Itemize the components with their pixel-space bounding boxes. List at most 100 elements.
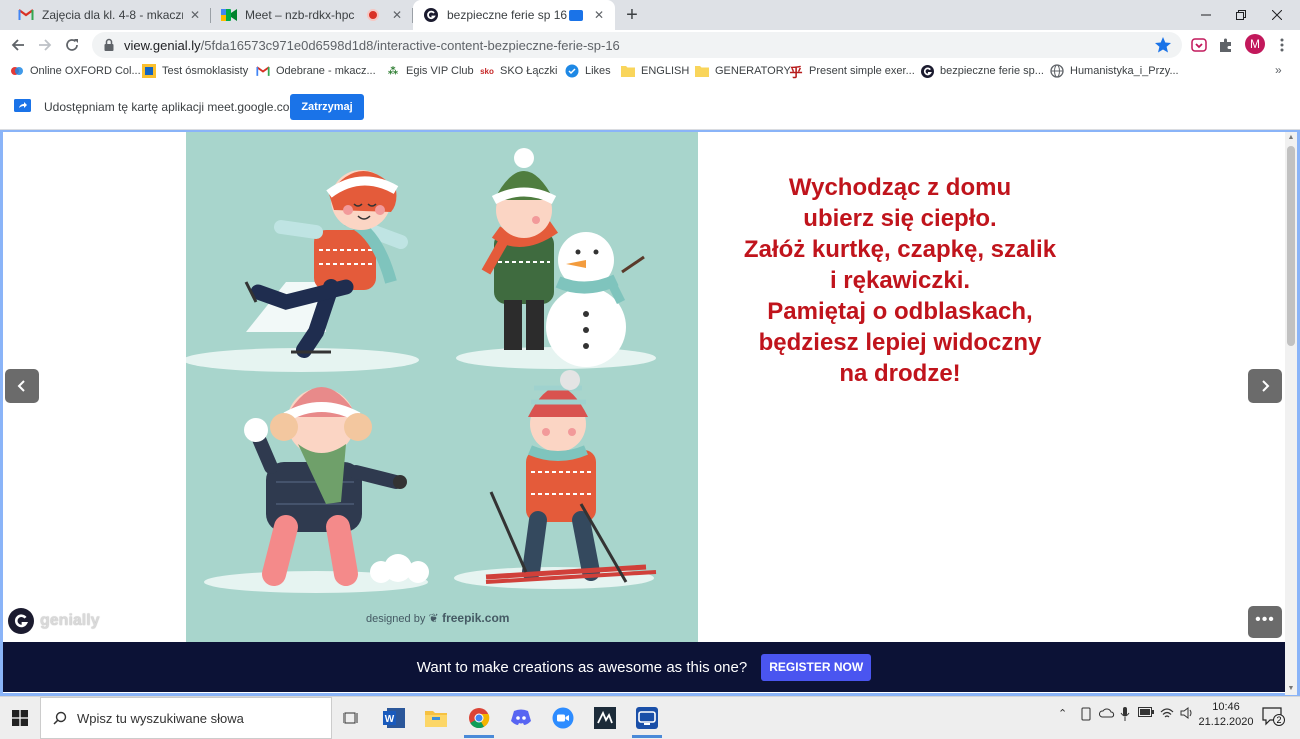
extensions-button[interactable] (1216, 35, 1236, 55)
discord-app-button[interactable] (504, 702, 538, 734)
bookmarks-overflow-button[interactable]: » (1275, 63, 1282, 77)
likes-icon (565, 64, 579, 78)
bookmark-generatory[interactable]: GENERATORY (695, 62, 791, 80)
close-icon[interactable]: ✕ (591, 7, 607, 23)
credit-prefix: designed by (366, 613, 426, 625)
bookmark-egis[interactable]: ⁂ Egis VIP Club (386, 62, 474, 80)
volume-icon[interactable] (1180, 707, 1194, 722)
word-app-button[interactable]: W (377, 702, 411, 734)
close-icon[interactable]: ✕ (389, 7, 405, 23)
onedrive-icon[interactable] (1098, 707, 1115, 722)
tab-title: Zajęcia dla kl. 4-8 - mkaczmarczyk (42, 8, 183, 22)
bookmark-sko[interactable]: sko SKO Łączki (480, 62, 557, 80)
word-icon: W (383, 708, 405, 728)
bookmark-oxford[interactable]: Online OXFORD Col... (10, 62, 141, 80)
genially-wordmark: genially (40, 612, 100, 629)
svg-text:W: W (385, 714, 395, 725)
chevron-left-icon (17, 380, 25, 392)
bookmark-label: SKO Łączki (500, 65, 558, 77)
stop-sharing-button[interactable]: Zatrzymaj (290, 94, 364, 120)
new-tab-button[interactable]: + (621, 4, 643, 26)
wifi-icon[interactable] (1160, 707, 1174, 722)
register-now-button[interactable]: REGISTER NOW (761, 653, 872, 681)
pocket-icon (1191, 38, 1207, 52)
notification-center-button[interactable]: 2 (1262, 706, 1285, 728)
more-options-button[interactable]: ••• (1248, 606, 1282, 638)
tab-genially[interactable]: bezpieczne ferie sp 16 by Ma ✕ (413, 0, 615, 30)
url-path: /5fda16573c971e0d6598d1d8/interactive-co… (200, 37, 620, 53)
bookmark-likes[interactable]: Likes (565, 62, 611, 80)
bookmark-label: Odebrane - mkacz... (276, 65, 376, 77)
illustration-art (186, 148, 657, 593)
reload-icon (66, 39, 78, 51)
cast-icon (569, 9, 583, 21)
tab-title: bezpieczne ferie sp 16 by Ma (447, 8, 569, 22)
previous-slide-button[interactable] (5, 369, 39, 403)
bookmark-genially[interactable]: bezpieczne ferie sp... (920, 62, 1044, 80)
safety-message: Wychodząc z domu ubierz się ciepło. Załó… (715, 172, 1085, 389)
kebab-menu-icon (1280, 38, 1284, 52)
page-scrollbar[interactable]: ▲ ▼ (1285, 132, 1297, 695)
arrow-right-icon (39, 39, 52, 51)
notification-count: 2 (1273, 714, 1285, 726)
battery-icon[interactable] (1138, 707, 1154, 720)
file-explorer-button[interactable] (419, 702, 453, 734)
maximize-icon (1236, 10, 1246, 20)
microphone-icon[interactable] (1120, 707, 1130, 724)
freepik-icon: ❦ (428, 611, 439, 625)
profile-avatar[interactable]: M (1245, 34, 1265, 54)
edytor-app-button[interactable] (588, 702, 622, 734)
system-clock[interactable]: 10:46 21.12.2020 (1198, 700, 1254, 730)
tab-meet[interactable]: Meet – nzb-rdkx-hpc ✕ (211, 0, 413, 30)
next-slide-button[interactable] (1248, 369, 1282, 403)
meet-app-button[interactable] (630, 702, 664, 738)
back-button[interactable] (6, 33, 30, 57)
puzzle-icon (1220, 38, 1231, 52)
bookmark-label: Test ósmoklasisty (162, 65, 249, 77)
windows-taskbar: Wpisz tu wyszukiwane słowa W ⌃ 10:46 21.… (0, 696, 1300, 739)
tray-overflow-icon[interactable]: ⌃ (1058, 707, 1067, 720)
star-icon[interactable] (1154, 36, 1172, 54)
tab-gmail[interactable]: Zajęcia dla kl. 4-8 - mkaczmarczyk ✕ (8, 0, 211, 30)
search-placeholder: Wpisz tu wyszukiwane słowa (77, 710, 244, 726)
discord-icon (511, 709, 531, 725)
taskbar-search-box[interactable]: Wpisz tu wyszukiwane słowa (40, 697, 332, 739)
bookmark-present-simple[interactable]: 乎 Present simple exer... (789, 62, 915, 80)
reload-button[interactable] (60, 33, 84, 57)
people-icon[interactable] (1079, 707, 1093, 724)
skier-child (485, 370, 657, 584)
meet-icon (221, 7, 237, 23)
chrome-app-button[interactable] (462, 702, 496, 738)
scroll-up-icon[interactable]: ▲ (1285, 132, 1297, 144)
bookmark-humanistyka[interactable]: Humanistyka_i_Przy... (1050, 62, 1179, 80)
start-button[interactable] (0, 697, 40, 739)
task-view-button[interactable] (334, 702, 368, 734)
genially-logo[interactable]: genially (8, 608, 100, 634)
close-icon[interactable]: ✕ (187, 7, 203, 23)
bookmark-english[interactable]: ENGLISH (621, 62, 689, 80)
bookmark-label: Present simple exer... (809, 65, 915, 77)
egis-icon: ⁂ (387, 65, 399, 77)
explorer-icon (425, 711, 447, 727)
lock-icon[interactable] (102, 38, 116, 52)
address-bar[interactable]: view.genial.ly/5fda16573c971e0d6598d1d8/… (92, 32, 1182, 58)
message-line: będziesz lepiej widoczny (758, 329, 1042, 356)
bookmark-test[interactable]: Test ósmoklasisty (142, 62, 248, 80)
extension-pocket[interactable] (1189, 35, 1209, 55)
winter-kids-illustration: designed by ❦ freepik.com (186, 132, 698, 642)
arrow-left-icon (11, 39, 24, 51)
zoom-app-button[interactable] (546, 702, 580, 734)
menu-button[interactable] (1272, 35, 1292, 55)
genially-icon (423, 7, 439, 23)
bookmark-label: ENGLISH (641, 65, 690, 77)
scrollbar-thumb[interactable] (1287, 146, 1295, 346)
search-icon (53, 711, 67, 725)
close-window-button[interactable] (1254, 0, 1300, 30)
scroll-down-icon[interactable]: ▼ (1285, 683, 1297, 695)
forward-button[interactable] (33, 33, 57, 57)
chevron-right-icon (1262, 380, 1270, 392)
bookmark-label: Online OXFORD Col... (30, 65, 141, 77)
bookmark-gmail[interactable]: Odebrane - mkacz... (256, 62, 376, 80)
bookmark-label: bezpieczne ferie sp... (940, 65, 1044, 77)
browser-toolbar: view.genial.ly/5fda16573c971e0d6598d1d8/… (0, 30, 1300, 60)
